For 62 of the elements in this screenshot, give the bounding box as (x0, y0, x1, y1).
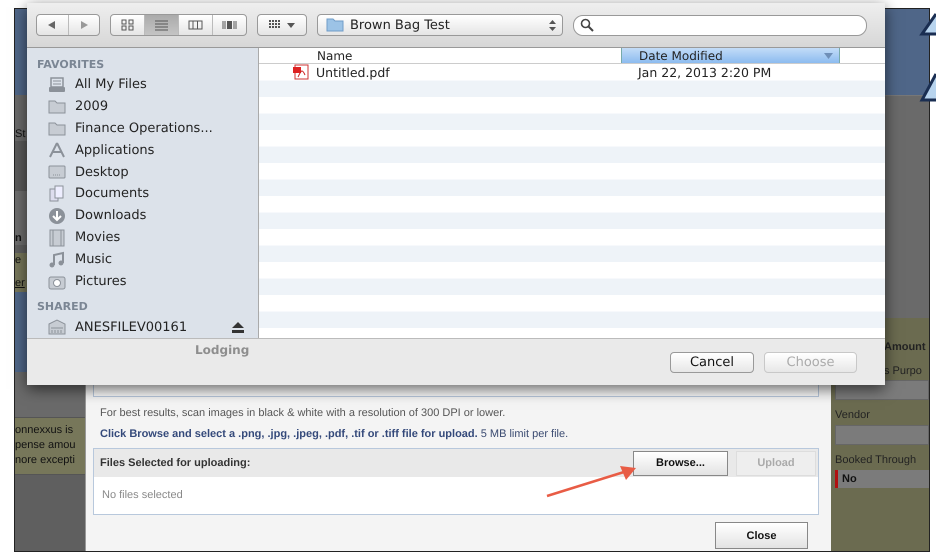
sidebar-item[interactable]: Music (75, 252, 244, 268)
column-header[interactable]: Date Modified (621, 48, 840, 63)
back-icon[interactable] (47, 20, 58, 30)
server-icon (48, 318, 66, 336)
navigation-buttons[interactable] (36, 14, 100, 36)
grid-icon (269, 20, 281, 30)
stepper-icon (549, 20, 556, 30)
view-mode-tab[interactable] (145, 15, 179, 35)
cancel-button[interactable]: Cancel (670, 352, 754, 372)
scan-hint: For best results, scan images in black & white with a resolution of 300 DPI or lower. (100, 407, 506, 419)
film-icon (48, 228, 66, 247)
background-text: nore excepti (15, 454, 76, 466)
eject-icon[interactable] (232, 322, 244, 332)
vendor-label: Vendor (834, 409, 870, 421)
location-popup[interactable]: Brown Bag Test (317, 14, 563, 36)
file-name[interactable]: Untitled.pdf (316, 64, 390, 80)
background-text: pense amou (15, 439, 77, 451)
letter-a-icon (48, 141, 66, 160)
sidebar-section-title: SHARED (36, 299, 89, 316)
background-text: er (15, 276, 25, 290)
sidebar-item[interactable]: Documents (75, 186, 244, 202)
download-icon (48, 206, 66, 225)
coverflow-icon (222, 18, 237, 32)
column-header[interactable]: Name (259, 48, 621, 63)
sidebar-item[interactable]: Finance Operations... (75, 120, 244, 136)
sidebar-item[interactable]: 2009 (75, 98, 244, 114)
background-text: St (15, 127, 26, 141)
list-icon (154, 18, 169, 32)
sidebar-item[interactable]: Downloads (75, 208, 244, 224)
booked-through-label: Booked Through (834, 454, 916, 466)
caret-icon (287, 22, 295, 28)
search-field[interactable] (573, 14, 867, 36)
booked-through-field: No (835, 470, 929, 488)
background-text: onnexxus is (15, 424, 74, 436)
tray-icon (48, 76, 66, 94)
grid-icon (120, 18, 135, 32)
columns-icon (188, 18, 203, 32)
background-text: e (15, 253, 22, 267)
background-label: Amount (884, 340, 927, 354)
arrange-button[interactable] (257, 14, 307, 36)
forward-icon[interactable] (78, 20, 89, 30)
empty-files-text: No files selected (102, 489, 183, 501)
sidebar-item[interactable]: Movies (75, 230, 244, 246)
sort-arrow-icon (824, 52, 833, 58)
background-text: Lodging (195, 343, 250, 357)
search-icon (580, 18, 594, 32)
close-button[interactable]: Close (715, 522, 808, 549)
upload-instruction: Click Browse and select a .png, .jpg, .jpeg, .pdf, .tif or .tiff file for upload. 5 MB limit per file. (100, 428, 570, 440)
background-text: n (15, 231, 22, 245)
sidebar-item[interactable]: ANESFILEV00161 (75, 320, 223, 334)
file-date: Jan 22, 2013 2:20 PM (636, 64, 772, 80)
monitor-icon (48, 163, 66, 182)
music-note-icon (48, 250, 66, 269)
browse-button[interactable]: Browse... (633, 450, 728, 476)
sidebar-item[interactable]: All My Files (75, 77, 244, 92)
documents-icon (48, 184, 66, 203)
sidebar-item[interactable]: Desktop (75, 164, 244, 180)
files-panel-title: Files Selected for uploading: (100, 457, 252, 469)
folder-icon (326, 18, 344, 32)
sidebar-item[interactable]: Applications (75, 142, 244, 158)
sidebar-item[interactable]: Pictures (75, 274, 244, 290)
sidebar-section-title: FAVORITES (36, 57, 106, 73)
